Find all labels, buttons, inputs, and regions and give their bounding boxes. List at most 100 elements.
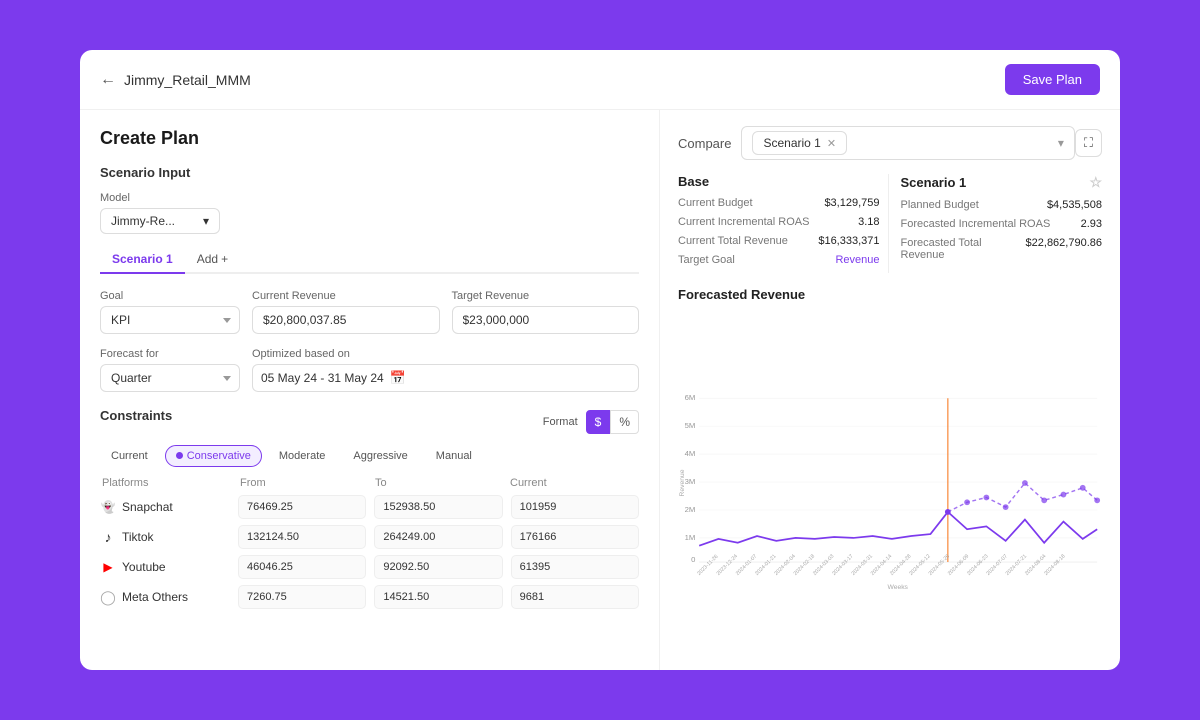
svg-text:6M: 6M [685, 393, 696, 402]
platform-row-meta: ◯ Meta Others [100, 585, 639, 609]
goal-field: Goal KPI [100, 290, 240, 334]
meta-name: ◯ Meta Others [100, 589, 230, 605]
model-select[interactable]: Jimmy-Re... ▾ [100, 208, 220, 234]
conservative-dot [176, 452, 183, 459]
youtube-to-input[interactable] [374, 555, 502, 579]
left-panel: Create Plan Scenario Input Model Jimmy-R… [80, 110, 660, 670]
compare-dropdown[interactable]: Scenario 1 ✕ ▾ [741, 126, 1074, 160]
youtube-current-input[interactable] [511, 555, 639, 579]
target-revenue-label: Target Revenue [452, 290, 640, 302]
platform-row-tiktok: ♪ Tiktok [100, 525, 639, 549]
youtube-icon: ▶ [100, 559, 116, 575]
save-plan-button[interactable]: Save Plan [1005, 64, 1100, 95]
format-dollar-button[interactable]: $ [586, 410, 611, 434]
date-range-text: 05 May 24 - 31 May 24 [261, 371, 384, 385]
expand-button[interactable]: ⛶ [1075, 129, 1102, 157]
compare-label: Compare [678, 136, 731, 151]
scenario-input-section: Scenario Input Model Jimmy-Re... ▾ Scena… [100, 165, 639, 392]
svg-text:2M: 2M [685, 505, 696, 514]
forecasted-revenue-row: Forecasted Total Revenue $22,862,790.86 [901, 237, 1103, 261]
forecast-for-select[interactable]: Quarter [100, 364, 240, 392]
current-roas-row: Current Incremental ROAS 3.18 [678, 216, 880, 228]
meta-current-input[interactable] [511, 585, 639, 609]
tiktok-current-input[interactable] [511, 525, 639, 549]
tiktok-from-input[interactable] [238, 525, 366, 549]
header: ← Jimmy_Retail_MMM Save Plan [80, 50, 1120, 110]
constraints-section: Constraints Format $ % Current Conser [100, 408, 639, 609]
meta-from-input[interactable] [238, 585, 366, 609]
optimized-based-on-label: Optimized based on [252, 348, 639, 360]
meta-icon: ◯ [100, 589, 116, 605]
constraint-tabs: Current Conservative Moderate Aggressive… [100, 445, 639, 467]
format-toggle: $ % [586, 410, 639, 434]
header-title: Jimmy_Retail_MMM [124, 72, 251, 88]
svg-text:Revenue: Revenue [679, 469, 686, 496]
col-from: From [240, 477, 367, 489]
col-platform: Platforms [102, 477, 232, 489]
svg-text:3M: 3M [685, 477, 696, 486]
planned-budget-row: Planned Budget $4,535,508 [901, 199, 1103, 211]
tiktok-to-input[interactable] [374, 525, 502, 549]
scenario-chip: Scenario 1 ✕ [752, 131, 847, 155]
model-label: Model [100, 192, 639, 204]
constraint-tab-aggressive[interactable]: Aggressive [342, 445, 418, 467]
platform-table-header: Platforms From To Current [100, 477, 639, 489]
format-percent-button[interactable]: % [610, 410, 639, 434]
col-current: Current [510, 477, 637, 489]
constraints-header: Constraints Format $ % [100, 408, 639, 435]
snapchat-current-input[interactable] [511, 495, 639, 519]
snapchat-name: 👻 Snapchat [100, 499, 230, 515]
snapchat-from-input[interactable] [238, 495, 366, 519]
star-icon[interactable]: ☆ [1089, 174, 1102, 191]
right-panel: Compare Scenario 1 ✕ ▾ ⛶ [660, 110, 1120, 670]
calendar-icon: 📅 [390, 370, 406, 386]
current-revenue-label: Current Revenue [252, 290, 440, 302]
main-card: ← Jimmy_Retail_MMM Save Plan Create Plan… [80, 50, 1120, 670]
constraint-tab-moderate[interactable]: Moderate [268, 445, 336, 467]
goal-select[interactable]: KPI [100, 306, 240, 334]
chip-close-icon[interactable]: ✕ [827, 137, 836, 150]
forecast-for-label: Forecast for [100, 348, 240, 360]
svg-text:0: 0 [691, 555, 695, 564]
constraint-tab-current[interactable]: Current [100, 445, 159, 467]
scenario1-column: Scenario 1 ☆ Planned Budget $4,535,508 F… [889, 174, 1103, 273]
chart-title: Forecasted Revenue [678, 287, 1102, 302]
comparison-table: Base Current Budget $3,129,759 Current I… [678, 174, 1102, 273]
optimized-based-on-field: Optimized based on 05 May 24 - 31 May 24… [252, 348, 639, 392]
scenario-input-label: Scenario Input [100, 165, 639, 180]
header-left: ← Jimmy_Retail_MMM [100, 71, 251, 89]
goal-revenue-row: Goal KPI Current Revenue Target Revenue [100, 290, 639, 334]
constraint-tab-conservative[interactable]: Conservative [165, 445, 262, 467]
tab-scenario1[interactable]: Scenario 1 [100, 246, 185, 274]
format-label: Format [543, 416, 578, 428]
youtube-from-input[interactable] [238, 555, 366, 579]
scenario1-header: Scenario 1 ☆ [901, 174, 1103, 191]
chart-area: 6M 5M 4M 3M 2M 1M 0 Revenue [678, 312, 1102, 654]
snapchat-to-input[interactable] [374, 495, 502, 519]
current-revenue-input[interactable] [252, 306, 440, 334]
target-revenue-field: Target Revenue [452, 290, 640, 334]
compare-bar: Compare Scenario 1 ✕ ▾ ⛶ [678, 126, 1102, 160]
current-revenue-field: Current Revenue [252, 290, 440, 334]
tab-add[interactable]: Add + [189, 246, 236, 272]
target-goal-row: Target Goal Revenue [678, 254, 880, 266]
forecast-for-field: Forecast for Quarter [100, 348, 240, 392]
revenue-chart: 6M 5M 4M 3M 2M 1M 0 Revenue [678, 312, 1102, 654]
page-content: Create Plan Scenario Input Model Jimmy-R… [80, 110, 1120, 670]
current-budget-row: Current Budget $3,129,759 [678, 197, 880, 209]
date-range-input[interactable]: 05 May 24 - 31 May 24 📅 [252, 364, 639, 392]
page-title: Create Plan [100, 128, 639, 149]
tiktok-name: ♪ Tiktok [100, 529, 230, 545]
platform-row-snapchat: 👻 Snapchat [100, 495, 639, 519]
platform-row-youtube: ▶ Youtube [100, 555, 639, 579]
youtube-name: ▶ Youtube [100, 559, 230, 575]
target-revenue-input[interactable] [452, 306, 640, 334]
meta-to-input[interactable] [374, 585, 502, 609]
constraint-tab-manual[interactable]: Manual [425, 445, 483, 467]
forecasted-roas-row: Forecasted Incremental ROAS 2.93 [901, 218, 1103, 230]
format-group-wrap: Format $ % [543, 410, 639, 434]
back-button[interactable]: ← [100, 71, 116, 89]
base-header: Base [678, 174, 880, 189]
snapchat-icon: 👻 [100, 499, 116, 515]
col-to: To [375, 477, 502, 489]
